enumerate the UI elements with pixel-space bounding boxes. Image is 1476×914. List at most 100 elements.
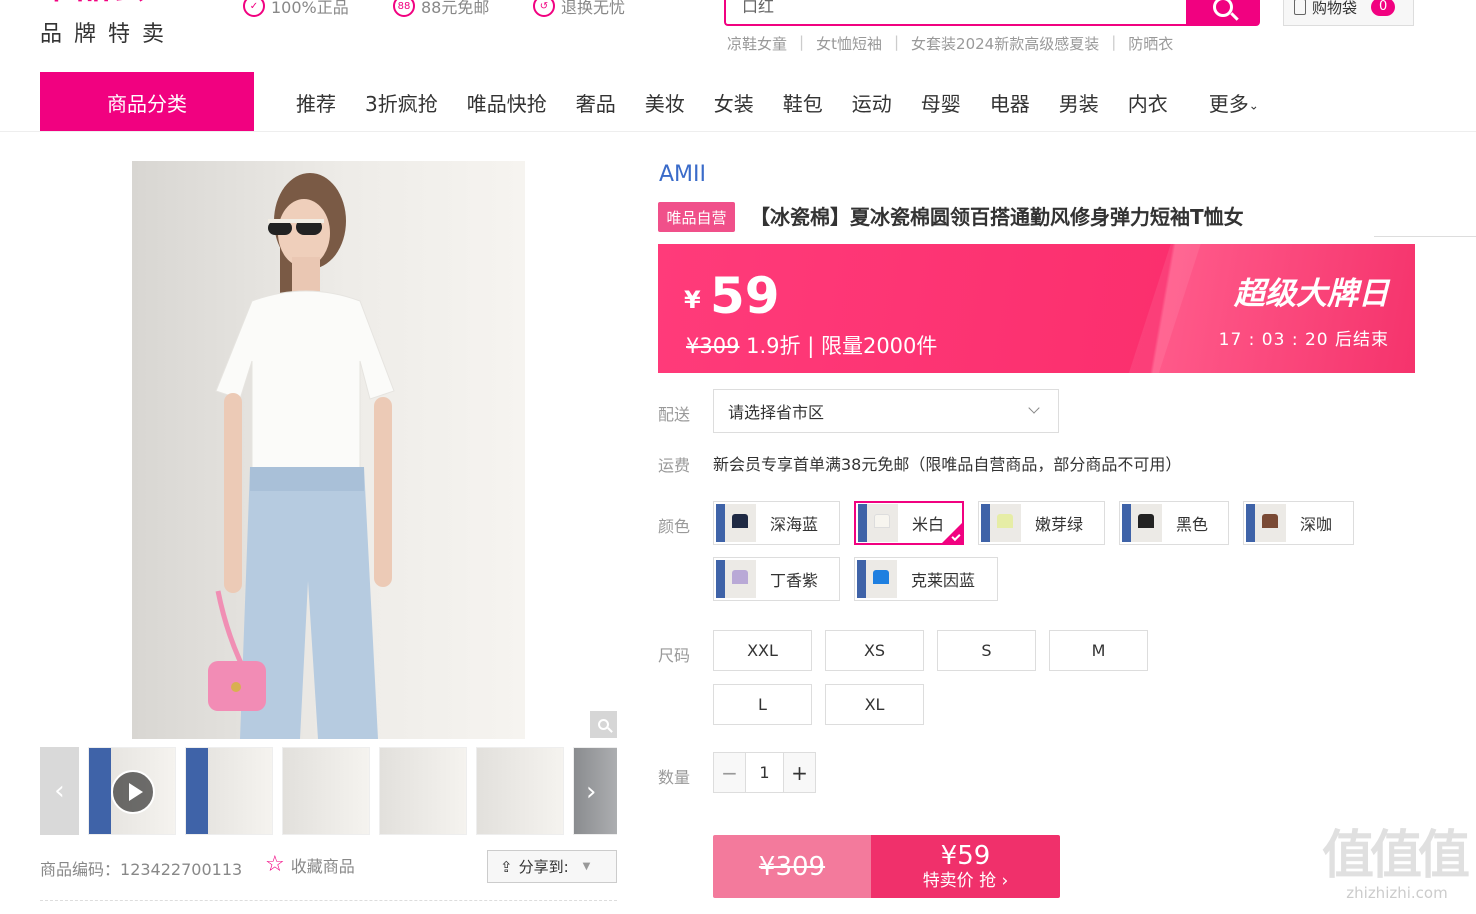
color-name: 深咖 — [1300, 515, 1333, 534]
nav-item-more[interactable]: 更多⌄ — [1209, 88, 1259, 117]
nav-item-sports[interactable]: 运动 — [852, 88, 892, 117]
chevron-down-icon: ⌄ — [1248, 98, 1259, 112]
promise-returns: ↺ 退换无忧 — [533, 0, 625, 18]
nav-item-beauty[interactable]: 美妆 — [645, 88, 685, 117]
color-option-navy[interactable]: 深海蓝 — [713, 501, 840, 545]
product-code-value: 123422700113 — [120, 860, 243, 879]
color-swatch — [1122, 504, 1162, 542]
nav-item-30-off[interactable]: 3折疯抢 — [365, 88, 438, 117]
shield-check-icon: ✓ — [243, 0, 265, 17]
magnifier-icon — [598, 719, 609, 730]
product-main-image[interactable] — [132, 161, 525, 739]
chevron-right-icon[interactable]: › — [586, 779, 610, 805]
color-swatch — [1246, 504, 1286, 542]
color-name: 黑色 — [1176, 515, 1209, 534]
decrement-button[interactable]: − — [714, 753, 745, 792]
countdown-value: 17 : 03 : 20 — [1218, 330, 1329, 350]
nav-item-shoes-bags[interactable]: 鞋包 — [783, 88, 823, 117]
selected-corner — [941, 522, 963, 544]
cart-button[interactable]: 购物袋 0 — [1283, 0, 1414, 26]
hot-word[interactable]: 女t恤短袖 — [804, 33, 894, 54]
search-input[interactable]: 口红 — [724, 0, 1188, 26]
color-option-black[interactable]: 黑色 — [1119, 501, 1229, 545]
main-nav: 推荐 3折疯抢 唯品快抢 奢品 美妆 女装 鞋包 运动 母婴 电器 男装 内衣 … — [296, 72, 1288, 132]
logo[interactable]: 唯品会 — [40, 0, 200, 8]
size-option-xxl[interactable]: XXL — [713, 630, 812, 671]
thumbnail[interactable] — [379, 747, 467, 835]
zoom-button[interactable] — [590, 711, 617, 738]
color-swatch — [857, 560, 897, 598]
watermark: 值值值 zhizhizhi.com — [1322, 828, 1472, 908]
watermark-site: zhizhizhi.com — [1346, 884, 1448, 902]
color-option-sprout-green[interactable]: 嫩芽绿 — [978, 501, 1105, 545]
color-swatch — [716, 504, 756, 542]
thumbnail-strip — [86, 747, 617, 835]
product-title: 【冰瓷棉】夏冰瓷棉圆领百搭通勤风修身弹力短袖T恤女 — [750, 205, 1244, 229]
delivery-label: 配送 — [658, 405, 691, 424]
favorite-label: 收藏商品 — [290, 857, 355, 876]
hot-word[interactable]: 凉鞋女童 — [727, 33, 799, 54]
promise-label: 88元免邮 — [421, 0, 490, 17]
promise-label: 退换无忧 — [561, 0, 626, 17]
nav-item-underwear[interactable]: 内衣 — [1128, 88, 1168, 117]
category-menu-button[interactable]: 商品分类 — [40, 72, 254, 132]
chevron-down-icon — [1028, 402, 1040, 414]
size-option-xl[interactable]: XL — [825, 684, 924, 725]
cart-label: 购物袋 — [1312, 0, 1358, 17]
brand-link[interactable]: AMII — [659, 162, 706, 187]
thumbnail-prev-button[interactable]: ‹ — [40, 747, 79, 835]
play-icon[interactable] — [111, 770, 155, 814]
promise-authentic: ✓ 100%正品 — [243, 0, 349, 18]
hot-word[interactable]: 女套装2024新款高级感夏装 — [899, 33, 1111, 54]
quantity-input[interactable]: 1 — [745, 753, 784, 792]
model-photo — [208, 173, 395, 739]
logo-subtitle: 品牌特卖 — [40, 22, 177, 47]
promise-label: 100%正品 — [271, 0, 349, 17]
countdown-suffix: 后结束 — [1335, 330, 1389, 350]
increment-button[interactable]: + — [784, 753, 815, 792]
color-name: 嫩芽绿 — [1035, 515, 1084, 534]
size-label: 尺码 — [658, 646, 691, 665]
buy-button[interactable]: ¥309 ¥59 特卖价 抢 › — [713, 835, 1060, 898]
thumbnail-video[interactable] — [88, 747, 176, 835]
nav-item-luxury[interactable]: 奢品 — [576, 88, 616, 117]
size-option-l[interactable]: L — [713, 684, 812, 725]
size-option-xs[interactable]: XS — [825, 630, 924, 671]
currency-symbol: ¥ — [684, 286, 701, 314]
nav-item-recommend[interactable]: 推荐 — [296, 88, 336, 117]
thumbnail[interactable] — [282, 747, 370, 835]
color-label: 颜色 — [658, 517, 691, 536]
discount-text: 1.9折 | 限量2000件 — [746, 334, 938, 358]
share-dropdown[interactable]: ⇪ 分享到: ▼ — [487, 850, 617, 883]
divider — [1374, 236, 1476, 237]
thumbnail[interactable] — [185, 747, 273, 835]
countdown-timer: 17 : 03 : 20 后结束 — [1219, 325, 1389, 350]
share-label: 分享到: — [518, 858, 569, 876]
color-swatch — [981, 504, 1021, 542]
color-option-off-white[interactable]: 米白 — [854, 501, 964, 545]
color-option-dark-brown[interactable]: 深咖 — [1243, 501, 1354, 545]
color-option-lilac[interactable]: 丁香紫 — [713, 557, 840, 601]
share-icon: ⇪ — [500, 857, 513, 876]
nav-item-appliances[interactable]: 电器 — [990, 88, 1030, 117]
original-price: ¥309 — [686, 334, 740, 358]
favorite-button[interactable]: ☆ 收藏商品 — [265, 853, 355, 877]
thumbnail[interactable] — [476, 747, 564, 835]
search-button[interactable] — [1186, 0, 1260, 26]
color-option-klein-blue[interactable]: 克莱因蓝 — [854, 557, 998, 601]
size-option-m[interactable]: M — [1049, 630, 1148, 671]
nav-more-label: 更多 — [1208, 91, 1249, 116]
hot-search-words: 凉鞋女童 | 女t恤短袖 | 女套装2024新款高级感夏装 | 防晒衣 — [727, 33, 1185, 54]
self-operated-badge: 唯品自营 — [658, 202, 735, 232]
nav-item-flash-sale[interactable]: 唯品快抢 — [467, 88, 547, 117]
buy-action: ¥59 特卖价 抢 › — [871, 835, 1060, 898]
price-details: ¥309 1.9折 | 限量2000件 — [686, 330, 937, 360]
hot-word[interactable]: 防晒衣 — [1116, 33, 1185, 54]
size-option-s[interactable]: S — [937, 630, 1036, 671]
region-select[interactable]: 请选择省市区 — [713, 389, 1059, 433]
watermark-logo: 值值值 — [1322, 826, 1470, 886]
star-icon: ☆ — [265, 852, 285, 877]
nav-item-men[interactable]: 男装 — [1059, 88, 1099, 117]
nav-item-women[interactable]: 女装 — [714, 88, 754, 117]
nav-item-baby[interactable]: 母婴 — [921, 88, 961, 117]
